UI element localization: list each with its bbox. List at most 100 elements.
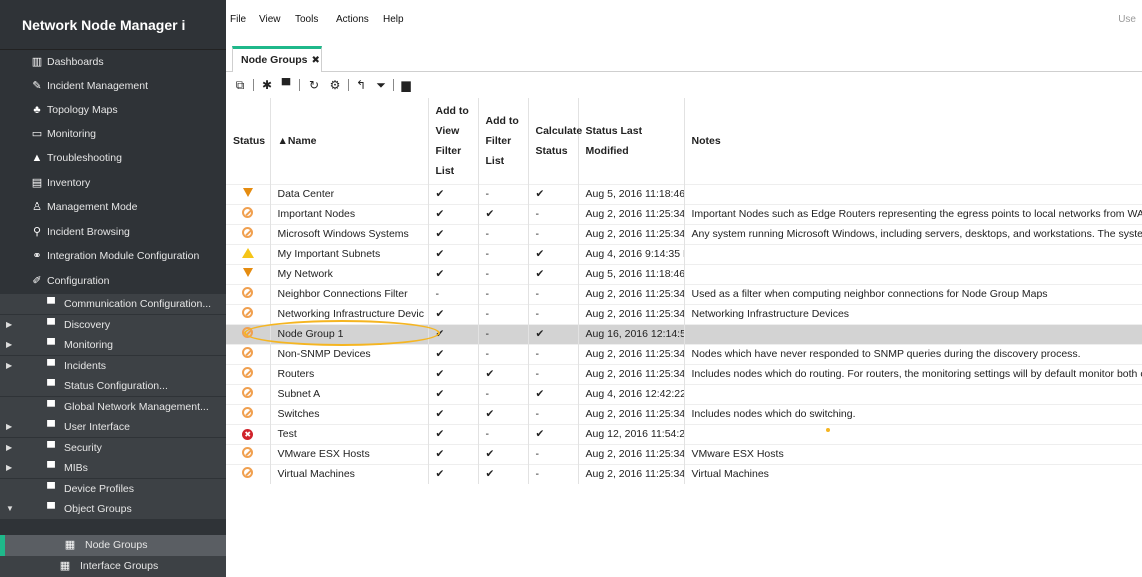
sidebar-subitem[interactable]: ▶ ▀ Monitoring [0,335,226,355]
refresh-icon[interactable]: ↻ [306,78,322,92]
column-header-add-filter[interactable]: Add to Filter List [478,98,529,184]
status-unknown-icon [242,407,254,418]
cell-notes: Any system running Microsoft Windows, in… [684,224,1142,244]
sidebar-subitem[interactable]: ▀ Device Profiles [0,478,226,499]
table-row[interactable]: ✖ Test ✔ - ✔ Aug 12, 2016 11:54:26 [226,424,1142,444]
column-header-notes[interactable]: Notes [684,98,1142,184]
table-row[interactable]: Non-SNMP Devices ✔ - - Aug 2, 2016 11:25:34 N… [226,344,1142,364]
sidebar-subitem[interactable]: ▶ ▀ User Interface [0,417,226,437]
status-unknown-icon [242,447,254,458]
sidebar-item-label: Integration Module Configuration [47,250,200,262]
cell-status [226,324,271,344]
table-row[interactable]: My Important Subnets ✔ - ✔ Aug 4, 2016 9:14:… [226,244,1142,264]
sidebar-subitem[interactable]: ▶ ▀ Security [0,437,226,458]
sidebar-item-interface-groups[interactable]: ▦ Interface Groups [0,556,226,577]
table-row[interactable]: VMware ESX Hosts ✔ ✔ - Aug 2, 2016 11:25:34 V… [226,444,1142,464]
sidebar-item[interactable]: ⚲ Incident Browsing [0,220,226,244]
sidebar-item-label: Configuration [47,275,110,287]
sidebar-subitem[interactable]: ▀ Status Configuration... [0,376,226,396]
menu-actions[interactable]: Actions [336,14,369,25]
toolbar-separator [253,79,254,91]
cell-add-filter: - [478,184,529,204]
undo-icon[interactable]: ↰ [353,78,369,92]
sidebar-subitem[interactable]: ▀ Communication Configuration... [0,294,226,314]
sidebar-item[interactable]: ▲ Troubleshooting [0,146,226,170]
cell-modified: Aug 2, 2016 11:25:34 [578,204,685,224]
new-icon[interactable]: ✱ [259,78,275,92]
column-header-status[interactable]: Status [226,98,271,184]
expand-arrow-icon[interactable]: ▼ [6,499,14,519]
table-row[interactable]: Subnet A ✔ - ✔ Aug 4, 2016 12:42:22 [226,384,1142,404]
cell-name: Neighbor Connections Filter [270,284,429,304]
folder-icon: ▀ [47,298,55,310]
monitor-icon: ▭ [31,128,43,140]
table-row[interactable]: Routers ✔ ✔ - Aug 2, 2016 11:25:34 Includes n… [226,364,1142,384]
open-icon[interactable]: ⧉ [232,78,248,93]
table-row[interactable]: Switches ✔ ✔ - Aug 2, 2016 11:25:34 Includes … [226,404,1142,424]
expand-arrow-icon[interactable]: ▶ [6,417,12,437]
user-label[interactable]: Use [1118,14,1136,25]
table-row[interactable]: Microsoft Windows Systems ✔ - - Aug 2, 2016 … [226,224,1142,244]
sidebar-subitem[interactable]: ▀ Global Network Management... [0,396,226,417]
tab-node-groups[interactable]: Node Groups ✖ [232,46,322,72]
folder-icon[interactable]: ▀ [278,78,294,92]
table-row[interactable]: Virtual Machines ✔ ✔ - Aug 2, 2016 11:25:34 V… [226,464,1142,484]
settings-icon[interactable]: ⚙ [327,78,343,92]
warning-icon: ▲ [31,152,43,164]
column-header-name[interactable]: ▲Name [270,98,429,184]
sidebar-item[interactable]: ⚭ Integration Module Configuration [0,244,226,268]
expand-arrow-icon[interactable]: ▶ [6,458,12,478]
menu-view[interactable]: View [259,14,281,25]
sidebar-item[interactable]: ♣ Topology Maps [0,98,226,122]
toolbar: ⧉ ✱ ▀ ↻ ⚙ ↰ ⏷ ▆ [226,72,1142,98]
delete-icon[interactable]: ▆ [398,78,414,92]
expand-arrow-icon[interactable]: ▶ [6,315,12,335]
sidebar-subitem-label: MIBs [64,462,88,474]
sidebar-item-label: Incident Management [47,80,148,92]
column-header-status-last-modified[interactable]: Status Last Modified [578,98,685,184]
cell-modified: Aug 5, 2016 11:18:46 [578,264,685,284]
cell-status [226,204,271,224]
sidebar-subitem[interactable]: ▶ ▀ MIBs [0,458,226,478]
menu-tools[interactable]: Tools [295,14,318,25]
cell-notes: Used as a filter when computing neighbor… [684,284,1142,304]
expand-arrow-icon[interactable]: ▶ [6,335,12,355]
column-header-calculate-status[interactable]: Calculate Status [528,98,582,184]
wrench-icon: ✐ [32,275,42,287]
table-row[interactable]: Data Center ✔ - ✔ Aug 5, 2016 11:18:46 [226,184,1142,204]
sidebar-item[interactable]: ▭ Monitoring [0,122,226,146]
cell-add-filter: ✔ [478,204,529,224]
table-row[interactable]: Node Group 1 ✔ - ✔ Aug 16, 2016 12:14:51 [226,324,1142,344]
cell-calc: ✔ [528,184,579,204]
sidebar-item[interactable]: ✎ Incident Management [0,74,226,98]
column-header-add-view-filter[interactable]: Add to View Filter List [428,98,479,184]
sidebar-subitem[interactable]: ▶ ▀ Discovery [0,314,226,335]
cell-add-view: ✔ [428,304,479,324]
cell-notes: Important Nodes such as Edge Routers rep… [684,204,1142,224]
tab-close-icon[interactable]: ✖ [312,55,320,66]
sidebar-item[interactable]: ▥ Dashboards [0,50,226,74]
table-row[interactable]: Neighbor Connections Filter - - - Aug 2, 201… [226,284,1142,304]
sidebar-item[interactable]: ▤ Inventory [0,171,226,195]
cursor-dot [826,428,830,432]
table-row[interactable]: My Network ✔ - ✔ Aug 5, 2016 11:18:46 [226,264,1142,284]
sidebar-item[interactable]: ✐ Configuration [0,269,226,293]
cell-name: Routers [270,364,429,384]
expand-arrow-icon[interactable]: ▶ [6,438,12,458]
sidebar-item[interactable]: ♙ Management Mode [0,195,226,219]
menu-file[interactable]: File [230,14,246,25]
filter-icon[interactable]: ⏷ [373,78,389,93]
table-row[interactable]: Networking Infrastructure Devic ✔ - - Aug 2,… [226,304,1142,324]
sidebar-subitem[interactable]: ▶ ▀ Incidents [0,355,226,376]
cell-add-view: ✔ [428,464,479,484]
toolbar-separator [393,79,394,91]
menu-help[interactable]: Help [383,14,404,25]
expand-arrow-icon[interactable]: ▶ [6,356,12,376]
table-row[interactable]: Important Nodes ✔ ✔ - Aug 2, 2016 11:25:34 Im… [226,204,1142,224]
sidebar-subitem[interactable]: ▼ ▀ Object Groups [0,499,226,519]
sidebar-item-node-groups[interactable]: ▦ Node Groups [0,535,226,556]
folder-icon: ▀ [47,421,55,433]
cell-calc: - [528,404,579,424]
folder-icon: ▀ [47,380,55,392]
search-icon: ⚲ [32,226,42,238]
